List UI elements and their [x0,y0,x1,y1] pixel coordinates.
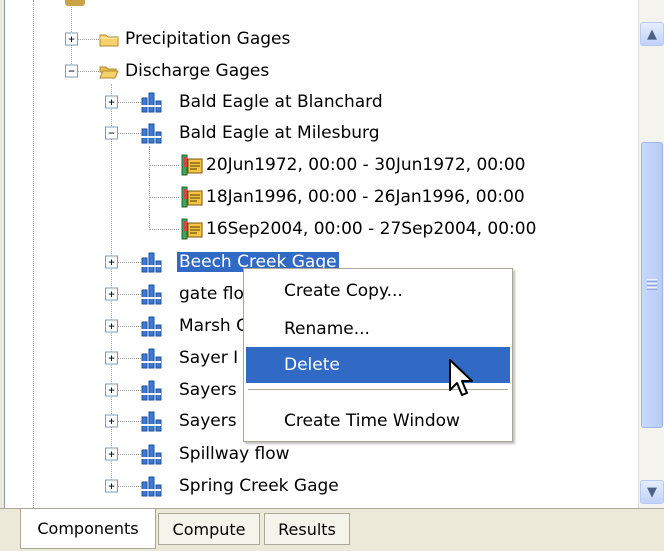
mouse-pointer-icon [449,359,473,396]
gage-icon [141,284,162,305]
cutoff-folder-icon [65,0,85,6]
grip-line [647,283,657,286]
vertical-scrollbar[interactable]: ▲ ▼ [638,0,664,508]
expand-icon[interactable]: + [105,479,118,493]
expand-icon[interactable]: + [105,414,118,428]
expand-icon[interactable]: + [105,351,118,365]
node-label: 18Jan1996, 00:00 - 26Jan1996, 00:00 [206,187,525,207]
expand-icon[interactable]: + [105,287,118,301]
node-label: Sayers [179,380,237,400]
tree-node-time-window[interactable]: 16Sep2004, 00:00 - 27Sep2004, 00:00 [5,214,625,244]
open-folder-icon [99,66,119,79]
tab-components[interactable]: Components [20,509,156,549]
gage-icon [141,444,162,465]
tree-node-discharge-gages[interactable]: − Discharge Gages [5,56,625,86]
gage-icon [141,252,162,273]
gage-icon [141,380,162,401]
node-label: Marsh C [179,316,248,336]
tree-connector [149,197,179,198]
node-label: Precipitation Gages [125,29,291,49]
time-window-icon [181,154,203,176]
tree-connector [149,229,179,230]
expand-icon[interactable]: + [105,383,118,397]
tree-connector [149,165,179,166]
menu-item-create-copy[interactable]: Create Copy... [246,273,510,309]
gage-icon [141,92,162,113]
tree-node-time-window[interactable]: 18Jan1996, 00:00 - 26Jan1996, 00:00 [5,182,625,212]
menu-item-rename[interactable]: Rename... [246,311,510,347]
node-label: 20Jun1972, 00:00 - 30Jun1972, 00:00 [206,155,526,175]
gage-icon [141,123,162,144]
gage-icon [141,411,162,432]
time-window-icon [181,218,203,240]
collapse-icon[interactable]: − [65,64,78,78]
menu-item-create-time-window[interactable]: Create Time Window [246,403,510,439]
gage-icon [141,316,162,337]
node-label: 16Sep2004, 00:00 - 27Sep2004, 00:00 [206,219,537,239]
node-label: Sayer I [179,348,239,368]
node-label: Spring Creek Gage [179,476,339,496]
node-label: Discharge Gages [125,61,270,81]
tree-node-precipitation-gages[interactable]: + Precipitation Gages [5,24,625,54]
scroll-down-arrow-icon[interactable]: ▼ [640,480,664,504]
tab-bar: Components Compute Results [0,508,664,551]
node-label: Sayers [179,411,237,431]
expand-icon[interactable]: + [105,319,118,333]
expand-icon[interactable]: + [105,255,118,269]
gage-icon [141,476,162,497]
node-label: Bald Eagle at Blanchard [179,92,383,112]
expand-icon[interactable]: + [105,447,118,461]
node-label: Spillway flow [179,444,290,464]
expand-icon[interactable]: + [105,95,118,109]
tree-node-gage[interactable]: + Spring Creek Gage [5,471,625,501]
scroll-up-arrow-icon[interactable]: ▲ [640,22,664,46]
tab-compute[interactable]: Compute [158,513,260,545]
context-menu: Create Copy... Rename... Delete Create T… [243,268,513,442]
expand-icon[interactable]: + [65,32,78,46]
time-window-icon [181,186,203,208]
tree-node-time-window[interactable]: 20Jun1972, 00:00 - 30Jun1972, 00:00 [5,150,625,180]
folder-icon [99,34,119,47]
tree-node-gage[interactable]: + Bald Eagle at Blanchard [5,87,625,117]
tree-node-gage[interactable]: − Bald Eagle at Milesburg [5,118,625,148]
scrollbar-thumb[interactable] [641,142,663,428]
tab-results[interactable]: Results [264,513,350,545]
grip-line [647,287,657,290]
node-label: gate flo [179,284,244,304]
collapse-icon[interactable]: − [105,126,118,140]
node-label: Bald Eagle at Milesburg [179,123,380,143]
gage-icon [141,348,162,369]
grip-line [647,279,657,282]
tree-node-gage[interactable]: + Spillway flow [5,439,625,469]
